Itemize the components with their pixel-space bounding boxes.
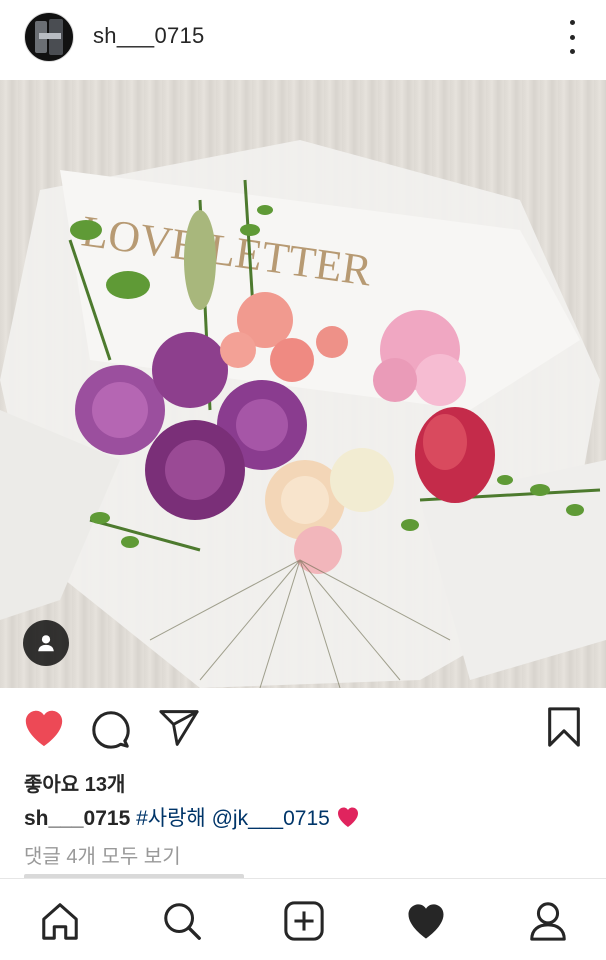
more-options-icon[interactable] — [560, 20, 584, 54]
likes-count[interactable]: 좋아요 13개 — [24, 768, 125, 797]
send-icon[interactable] — [157, 708, 201, 753]
user-tag-icon[interactable] — [23, 620, 69, 666]
bookmark-icon[interactable] — [546, 706, 582, 753]
comment-icon[interactable] — [90, 708, 132, 755]
caption-username[interactable]: sh___0715 — [24, 807, 130, 830]
profile-user-icon[interactable] — [526, 899, 570, 943]
heart-emoji-icon — [336, 807, 360, 830]
search-icon[interactable] — [160, 899, 204, 943]
activity-heart-icon[interactable] — [404, 899, 448, 943]
home-icon[interactable] — [38, 899, 82, 943]
bottom-navigation — [0, 878, 606, 960]
post-photo[interactable]: LOVE LETTER — [0, 80, 606, 688]
avatar[interactable] — [24, 12, 74, 62]
bouquet-image: LOVE LETTER — [0, 140, 606, 688]
post-actions — [0, 688, 606, 768]
post-author-username[interactable]: sh___0715 — [93, 23, 205, 49]
heart-filled-icon[interactable] — [22, 708, 66, 753]
plus-square-icon[interactable] — [282, 899, 326, 943]
view-all-comments-link[interactable]: 댓글 4개 모두 보기 — [24, 840, 181, 869]
post-caption: sh___0715 #사랑해 @jk___0715 — [24, 802, 360, 832]
caption-hashtag[interactable]: #사랑해 — [136, 807, 206, 830]
caption-mention[interactable]: @jk___0715 — [212, 807, 330, 830]
post-header: sh___0715 — [0, 0, 606, 80]
